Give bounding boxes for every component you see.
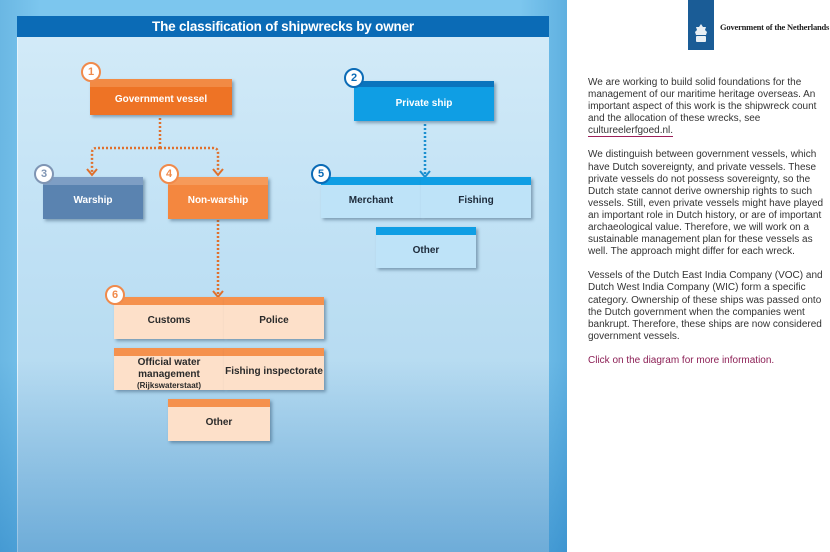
- intro-paragraph: We are working to build solid foundation…: [588, 77, 824, 138]
- node-sublabel: (Rijkswaterstaat): [136, 380, 202, 390]
- node-cap: [114, 297, 224, 305]
- node-label: Warship: [73, 195, 113, 206]
- description-column: We are working to build solid foundation…: [588, 77, 824, 379]
- node-label: Private ship: [395, 98, 453, 109]
- node-label: Merchant: [348, 194, 394, 206]
- node-merchant[interactable]: Merchant: [321, 177, 421, 218]
- voc-wic-paragraph: Vessels of the Dutch East India Company …: [588, 270, 823, 342]
- government-logo[interactable]: [688, 0, 714, 50]
- badge-5: 5: [311, 164, 331, 184]
- node-cap: [224, 297, 324, 305]
- node-fishing-inspectorate[interactable]: Fishing inspectorate: [224, 348, 324, 390]
- node-cap: [354, 81, 494, 87]
- node-cap: [224, 348, 324, 356]
- node-label: Non-warship: [187, 195, 249, 206]
- node-cap: [90, 79, 232, 87]
- node-cap: [43, 177, 143, 185]
- node-fishing[interactable]: Fishing: [421, 177, 531, 218]
- node-water-management[interactable]: Official water management (Rijkswatersta…: [114, 348, 224, 390]
- node-label: Official water management: [137, 356, 201, 380]
- diagram-info-link[interactable]: Click on the diagram for more informatio…: [588, 355, 824, 367]
- badge-1: 1: [81, 62, 101, 82]
- node-private-ship[interactable]: Private ship: [354, 81, 494, 121]
- logo-text: Government of the Netherlands: [720, 22, 830, 32]
- badge-6: 6: [105, 285, 125, 305]
- intro-text: We are working to build solid foundation…: [588, 77, 817, 125]
- diagram-title: The classification of shipwrecks by owne…: [17, 16, 549, 37]
- node-cap: [421, 177, 531, 185]
- badge-2: 2: [344, 68, 364, 88]
- node-government-vessel[interactable]: Government vessel: [90, 79, 232, 115]
- node-cap: [376, 227, 476, 235]
- badge-3: 3: [34, 164, 54, 184]
- lion-emblem-icon: [695, 24, 707, 42]
- node-cap: [114, 348, 224, 356]
- node-government-other[interactable]: Other: [168, 399, 270, 441]
- node-cap: [168, 177, 268, 185]
- cultureelerfgoed-link[interactable]: cultureelerfgoed.nl.: [588, 125, 674, 138]
- node-label: Customs: [147, 315, 191, 326]
- node-private-other[interactable]: Other: [376, 227, 476, 268]
- distinction-paragraph: We distinguish between government vessel…: [588, 149, 824, 258]
- badge-4: 4: [159, 164, 179, 184]
- node-label: Other: [412, 244, 440, 256]
- node-non-warship[interactable]: Non-warship: [168, 177, 268, 219]
- node-label: Fishing inspectorate: [225, 366, 323, 377]
- node-label: Police: [259, 315, 289, 326]
- node-customs[interactable]: Customs: [114, 297, 224, 339]
- node-cap: [168, 399, 270, 407]
- node-label: Other: [205, 417, 233, 428]
- node-label: Fishing: [458, 194, 494, 206]
- node-label: Government vessel: [114, 94, 208, 105]
- node-police[interactable]: Police: [224, 297, 324, 339]
- node-cap: [321, 177, 421, 185]
- node-warship[interactable]: Warship: [43, 177, 143, 219]
